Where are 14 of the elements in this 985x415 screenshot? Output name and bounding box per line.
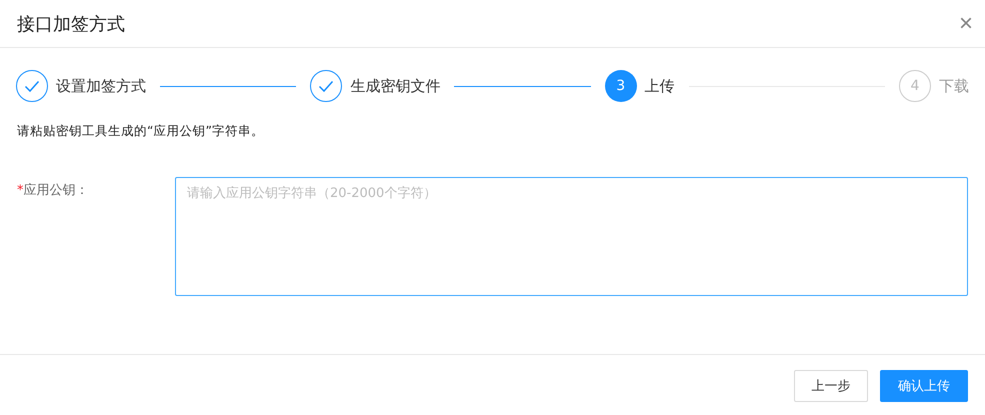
step-label: 下载 [938,76,969,96]
public-key-field[interactable]: 请输入应用公钥字符串（20-2000个字符） [175,177,968,296]
confirm-upload-button[interactable]: 确认上传 [880,370,968,402]
step-number: 4 [898,70,931,102]
required-mark: * [17,183,24,198]
close-button[interactable]: × [954,12,977,36]
previous-step-button[interactable]: 上一步 [794,370,868,402]
step-label: 设置加签方式 [56,76,146,96]
step-label: 上传 [644,76,675,96]
field-label: 应用公钥： [24,183,88,198]
dialog-title: 接口加签方式 [17,12,125,36]
step-number: 3 [604,70,637,102]
instruction-text: 请粘贴密钥工具生成的“应用公钥”字符串。 [17,123,265,140]
step-label: 生成密钥文件 [350,76,440,96]
